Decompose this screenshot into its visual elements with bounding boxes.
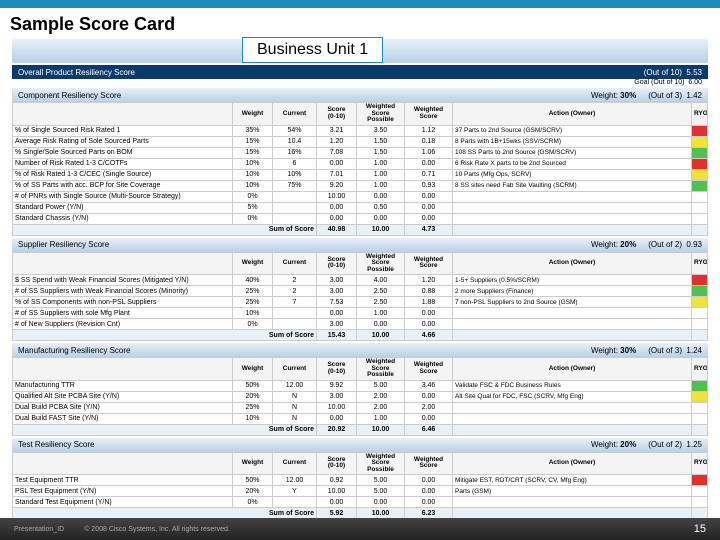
ryg-cell	[692, 169, 708, 180]
metric-name: % of Single Sourced Risk Rated 1	[13, 125, 233, 136]
ryg-cell	[692, 158, 708, 169]
section-bar: Manufacturing Resiliency ScoreWeight: 30…	[12, 343, 708, 357]
section-name: Manufacturing Resiliency Score	[18, 346, 131, 355]
table-row: # of SS Suppliers with Weak Financial Sc…	[13, 286, 708, 297]
overall-label: Overall Product Resiliency Score	[18, 68, 135, 77]
table-row: Manufacturing TTR50%12.009.925.003.46Val…	[13, 380, 708, 391]
section-name: Component Resiliency Score	[18, 91, 121, 100]
table-row: Test Equipment TTR50%12.000.925.000.00Mi…	[13, 475, 708, 486]
ryg-cell	[692, 213, 708, 224]
section-bar: Test Resiliency ScoreWeight: 20%(Out of …	[12, 438, 708, 452]
table-row: Standard Test Equipment (Y/N)0%0.000.000…	[13, 497, 708, 508]
ryg-cell	[692, 402, 708, 413]
score-table: WeightCurrentScore(0-10)WeightedScorePos…	[12, 102, 708, 236]
table-row: # of New Suppliers (Revision Cnt)0%3.000…	[13, 319, 708, 330]
ryg-cell	[692, 286, 708, 297]
metric-name: % Single/Sole Sourced Parts on BOM	[13, 147, 233, 158]
overall-score-bar: Overall Product Resiliency Score (Out of…	[12, 65, 708, 79]
section-bar: Supplier Resiliency ScoreWeight: 20%(Out…	[12, 238, 708, 252]
metric-name: Standard Test Equipment (Y/N)	[13, 497, 233, 508]
ryg-cell	[692, 275, 708, 286]
ryg-cell	[692, 497, 708, 508]
ryg-cell	[692, 413, 708, 424]
bu-banner: Business Unit 1	[12, 39, 708, 63]
metric-name: % of Risk Rated 1-3 C/CEC (Single Source…	[13, 169, 233, 180]
ryg-cell	[692, 319, 708, 330]
table-row: % Single/Sole Sourced Parts on BOM15%16%…	[13, 147, 708, 158]
metric-name: Qualified Alt Site PCBA Site (Y/N)	[13, 391, 233, 402]
metric-name: Standard Power (Y/N)	[13, 202, 233, 213]
metric-name: # of SS Suppliers with sole Mfg Plant	[13, 308, 233, 319]
ryg-cell	[692, 125, 708, 136]
table-row: Dual Build FAST Site (Y/N)10%N0.001.000.…	[13, 413, 708, 424]
sum-row: Sum of Score20.9210.006.46	[13, 424, 708, 435]
table-row: PSL Test Equipment (Y/N)20%Y10.005.000.0…	[13, 486, 708, 497]
metric-name: Number of Risk Rated 1-3 C/COTFs	[13, 158, 233, 169]
table-row: % of SS Components with non-PSL Supplier…	[13, 297, 708, 308]
metric-name: % of SS Parts with acc. BCP for Site Cov…	[13, 180, 233, 191]
sum-row: Sum of Score40.9810.004.73	[13, 224, 708, 235]
metric-name: % of SS Components with non-PSL Supplier…	[13, 297, 233, 308]
presentation-id: Presentation_ID	[14, 526, 64, 533]
ryg-cell	[692, 391, 708, 402]
section-name: Test Resiliency Score	[18, 440, 94, 449]
ryg-cell	[692, 486, 708, 497]
table-row: % of Single Sourced Risk Rated 135%54%3.…	[13, 125, 708, 136]
metric-name: # of New Suppliers (Revision Cnt)	[13, 319, 233, 330]
metric-name: Standard Chassis (Y/N)	[13, 213, 233, 224]
ryg-cell	[692, 191, 708, 202]
table-row: # of SS Suppliers with sole Mfg Plant10%…	[13, 308, 708, 319]
table-row: % of SS Parts with acc. BCP for Site Cov…	[13, 180, 708, 191]
ryg-cell	[692, 180, 708, 191]
table-row: Qualified Alt Site PCBA Site (Y/N)20%N3.…	[13, 391, 708, 402]
metric-name: PSL Test Equipment (Y/N)	[13, 486, 233, 497]
metric-name: Test Equipment TTR	[13, 475, 233, 486]
sum-row: Sum of Score15.4310.004.66	[13, 330, 708, 341]
metric-name: Manufacturing TTR	[13, 380, 233, 391]
top-ribbon	[0, 0, 720, 8]
table-row: Average Risk Rating of Sole Sourced Part…	[13, 136, 708, 147]
ryg-cell	[692, 297, 708, 308]
page-number: 15	[694, 523, 706, 535]
sum-row: Sum of Score5.9210.006.23	[13, 508, 708, 519]
metric-name: Dual Build FAST Site (Y/N)	[13, 413, 233, 424]
table-row: $ SS Spend with Weak Financial Scores (M…	[13, 275, 708, 286]
slide-title: Sample Score Card	[0, 8, 720, 39]
table-row: Standard Chassis (Y/N)0%0.000.000.00	[13, 213, 708, 224]
score-table: WeightCurrentScore(0-10)WeightedScorePos…	[12, 452, 708, 520]
metric-name: # of SS Suppliers with Weak Financial Sc…	[13, 286, 233, 297]
table-row: Standard Power (Y/N)5%0.000.500.00	[13, 202, 708, 213]
metric-name: # of PNRs with Single Source (Multi-Sour…	[13, 191, 233, 202]
table-row: Dual Build PCBA Site (Y/N)25%N10.002.002…	[13, 402, 708, 413]
table-row: Number of Risk Rated 1-3 C/COTFs10%60.00…	[13, 158, 708, 169]
metric-name: Dual Build PCBA Site (Y/N)	[13, 402, 233, 413]
ryg-cell	[692, 475, 708, 486]
table-row: # of PNRs with Single Source (Multi-Sour…	[13, 191, 708, 202]
ryg-cell	[692, 380, 708, 391]
section-name: Supplier Resiliency Score	[18, 240, 109, 249]
slide-footer: Presentation_ID © 2008 Cisco Systems, In…	[0, 518, 720, 540]
metric-name: $ SS Spend with Weak Financial Scores (M…	[13, 275, 233, 286]
table-row: % of Risk Rated 1-3 C/CEC (Single Source…	[13, 169, 708, 180]
metric-name: Average Risk Rating of Sole Sourced Part…	[13, 136, 233, 147]
ryg-cell	[692, 147, 708, 158]
ryg-cell	[692, 202, 708, 213]
score-table: WeightCurrentScore(0-10)WeightedScorePos…	[12, 252, 708, 342]
score-table: WeightCurrentScore(0-10)WeightedScorePos…	[12, 357, 708, 436]
business-unit-box: Business Unit 1	[242, 37, 383, 63]
ryg-cell	[692, 308, 708, 319]
goal-row: Goal (Out of 10) 6.00	[0, 79, 720, 86]
copyright: © 2008 Cisco Systems, Inc. All rights re…	[84, 526, 230, 533]
ryg-cell	[692, 136, 708, 147]
section-bar: Component Resiliency ScoreWeight: 30%(Ou…	[12, 88, 708, 102]
